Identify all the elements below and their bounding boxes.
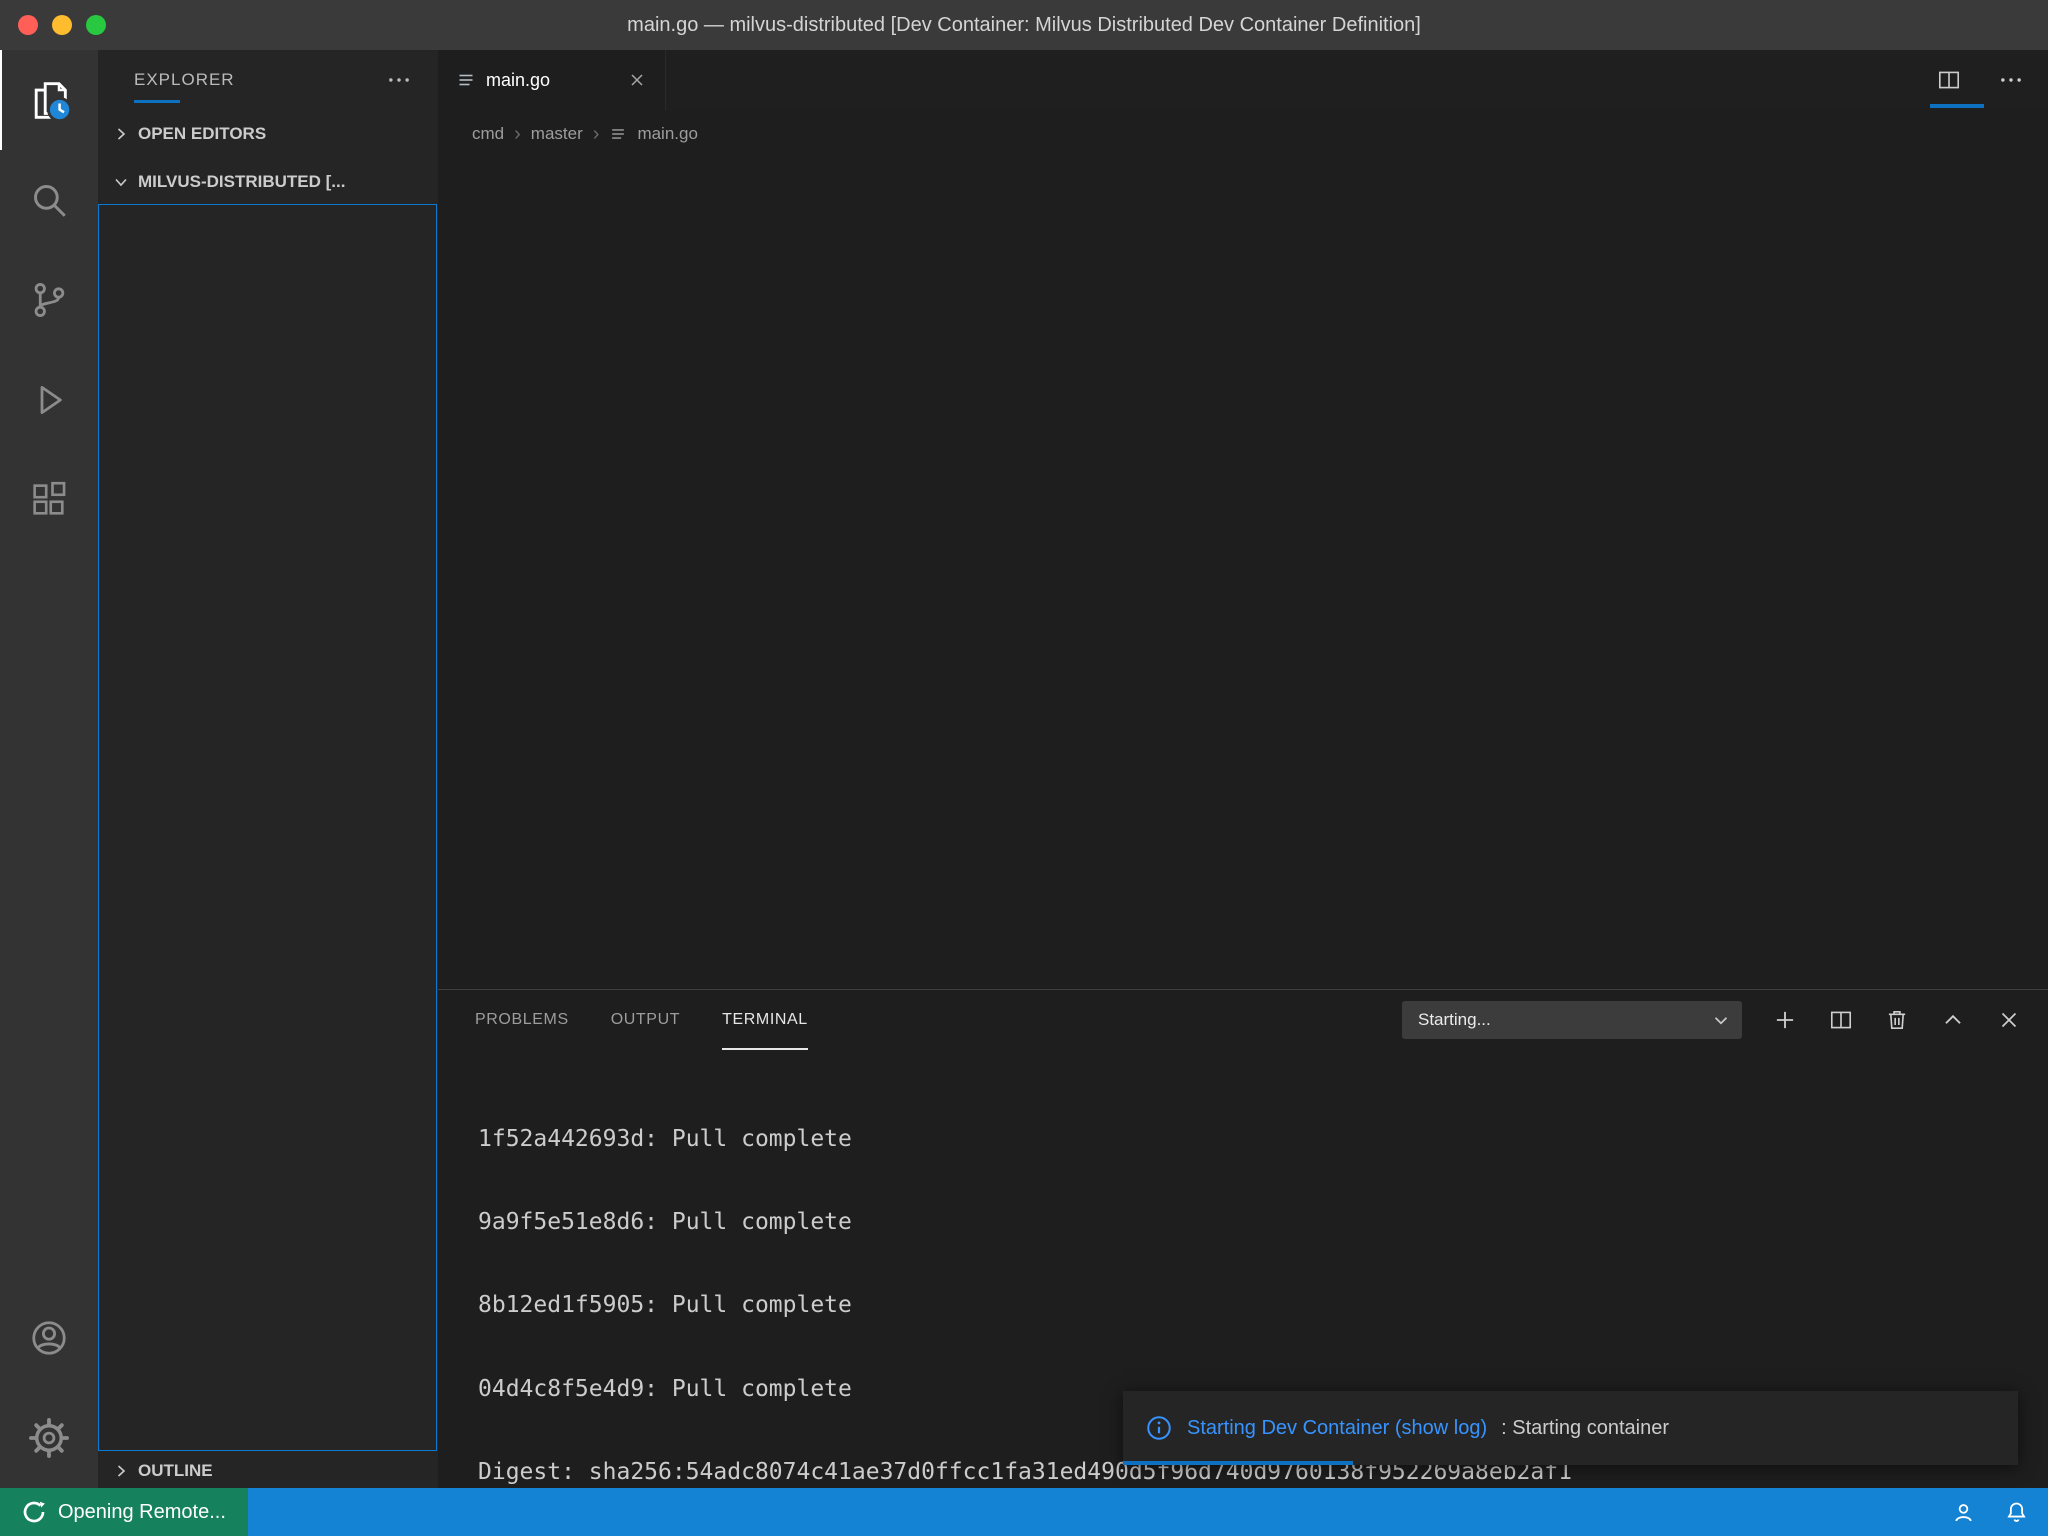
tab-label: main.go (486, 70, 550, 91)
terminal-line: 9a9f5e51e8d6: Pull complete (478, 1209, 2028, 1237)
section-open-editors[interactable]: OPEN EDITORS (98, 110, 438, 158)
section-workspace[interactable]: MILVUS-DISTRIBUTED [... (98, 158, 438, 206)
close-window-button[interactable] (18, 15, 38, 35)
status-bar-right (1950, 1499, 2048, 1526)
activity-search-button[interactable] (0, 150, 98, 250)
zoom-window-button[interactable] (86, 15, 106, 35)
editor-actions (1936, 50, 2024, 110)
sidebar-more-actions-button[interactable] (386, 67, 412, 93)
tab-terminal[interactable]: TERMINAL (722, 990, 808, 1050)
notification-toast: Starting Dev Container (show log) : Star… (1123, 1391, 2018, 1465)
activity-extensions-button[interactable] (0, 450, 98, 550)
kill-terminal-trash-icon[interactable] (1884, 1007, 1910, 1033)
bell-icon[interactable] (2003, 1499, 2030, 1526)
section-label: MILVUS-DISTRIBUTED [... (138, 172, 345, 192)
panel-tabs: PROBLEMS OUTPUT TERMINAL (475, 990, 808, 1050)
info-icon (1145, 1414, 1173, 1442)
breadcrumb-separator: › (514, 124, 521, 144)
chevron-right-icon (112, 125, 130, 143)
breadcrumb-item[interactable]: cmd (472, 124, 504, 144)
run-debug-icon (28, 379, 70, 421)
chevron-down-icon (112, 173, 130, 191)
editor-content[interactable] (438, 158, 2048, 989)
activity-bar (0, 50, 98, 1488)
vscode-window: main.go — milvus-distributed [Dev Contai… (0, 0, 2048, 1536)
terminal-select-dropdown[interactable]: Starting... (1402, 1001, 1742, 1039)
close-panel-icon[interactable] (1996, 1007, 2022, 1033)
editor-tab-bar: main.go (438, 50, 2048, 110)
split-editor-icon[interactable] (1936, 67, 1962, 93)
breadcrumb: cmd › master › main.go (438, 110, 2048, 158)
window-controls (18, 15, 106, 35)
breadcrumb-separator: › (593, 124, 600, 144)
remote-indicator[interactable]: Opening Remote... (0, 1488, 248, 1536)
window-title: main.go — milvus-distributed [Dev Contai… (627, 14, 1421, 37)
activity-run-debug-button[interactable] (0, 350, 98, 450)
split-terminal-icon[interactable] (1828, 1007, 1854, 1033)
explorer-sidebar: EXPLORER OPEN EDITORS MILVUS-DISTRIBUTED… (98, 50, 438, 1488)
notification-link[interactable]: Starting Dev Container (show log) (1187, 1417, 1487, 1440)
files-icon (27, 77, 73, 123)
sync-spinner-icon (22, 1500, 46, 1524)
chevron-down-icon (1710, 1009, 1732, 1031)
file-tree-area[interactable] (98, 204, 437, 1451)
breadcrumb-item[interactable]: main.go (637, 124, 697, 144)
extensions-icon (28, 479, 70, 521)
title-bar: main.go — milvus-distributed [Dev Contai… (0, 0, 2048, 50)
notification-progress-bar (1123, 1461, 1353, 1465)
activity-account-button[interactable] (0, 1288, 98, 1388)
sidebar-progress-bar (134, 100, 180, 103)
terminal-line: 1f52a442693d: Pull complete (478, 1126, 2028, 1154)
minimize-window-button[interactable] (52, 15, 72, 35)
tab-main-go[interactable]: main.go (438, 50, 666, 110)
activity-settings-button[interactable] (0, 1388, 98, 1488)
file-icon (456, 70, 476, 90)
editor-progress-bar (1930, 104, 1984, 108)
section-label: OPEN EDITORS (138, 124, 266, 144)
new-terminal-icon[interactable] (1772, 1007, 1798, 1033)
account-icon (28, 1317, 70, 1359)
section-label: OUTLINE (138, 1461, 213, 1481)
tab-output[interactable]: OUTPUT (611, 990, 680, 1050)
chevron-right-icon (112, 1462, 130, 1480)
section-outline[interactable]: OUTLINE (98, 1454, 438, 1488)
tab-problems[interactable]: PROBLEMS (475, 990, 569, 1050)
close-tab-icon[interactable] (627, 70, 647, 90)
file-icon (609, 125, 627, 143)
person-icon[interactable] (1950, 1499, 1977, 1526)
activity-explorer-button[interactable] (0, 50, 98, 150)
remote-label: Opening Remote... (58, 1501, 226, 1524)
maximize-panel-chevron-up-icon[interactable] (1940, 1007, 1966, 1033)
notification-message: : Starting container (1501, 1417, 1669, 1440)
panel-controls: Starting... (1402, 990, 2022, 1050)
more-actions-icon[interactable] (1998, 67, 2024, 93)
terminal-select-value: Starting... (1418, 1010, 1491, 1030)
settings-gear-icon (28, 1417, 70, 1459)
search-icon (28, 179, 70, 221)
activity-source-control-button[interactable] (0, 250, 98, 350)
breadcrumb-item[interactable]: master (531, 124, 583, 144)
status-bar: Opening Remote... (0, 1488, 2048, 1536)
source-control-icon (28, 279, 70, 321)
sidebar-title: EXPLORER (134, 70, 235, 90)
terminal-line: 8b12ed1f5905: Pull complete (478, 1292, 2028, 1320)
